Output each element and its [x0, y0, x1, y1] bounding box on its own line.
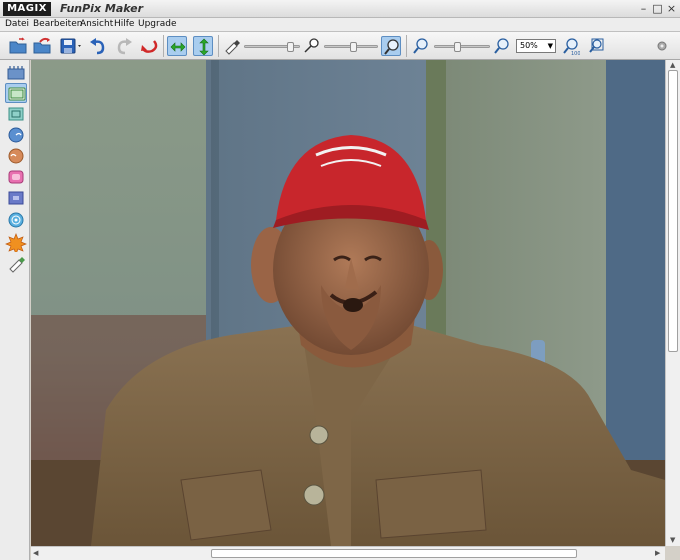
swirl-left-button[interactable] [5, 146, 27, 166]
pipette-icon [304, 38, 319, 53]
svg-text:100: 100 [571, 51, 580, 56]
scroll-down-icon[interactable]: ▼ [670, 536, 675, 544]
eraser-tool-button[interactable] [5, 254, 27, 274]
menu-ansicht[interactable]: Ansicht [80, 19, 113, 29]
vertical-scrollbar[interactable]: ▲ ▼ [665, 60, 680, 546]
zoom-level-select[interactable]: 50% ▼ [516, 39, 556, 53]
scroll-right-icon[interactable]: ▶ [655, 549, 660, 557]
floppy-disk-icon [60, 38, 81, 54]
zoom-out-icon [413, 38, 428, 54]
gear-icon [657, 41, 667, 51]
zoom-in-icon [494, 38, 509, 54]
redo-arrow-icon [117, 38, 132, 55]
menu-datei[interactable]: Datei [5, 19, 29, 29]
ripple-icon [8, 212, 24, 228]
bulge-tool-button[interactable] [5, 167, 27, 187]
zoom-thumb[interactable] [454, 42, 461, 52]
export-button[interactable] [32, 36, 52, 56]
horizontal-arrows-icon [170, 42, 186, 52]
brush-strength-icon-button [302, 36, 322, 56]
horizontal-scroll-thumb[interactable] [211, 549, 577, 558]
magnifier-icon [384, 39, 399, 55]
export-folder-icon [33, 37, 51, 54]
minimize-button[interactable]: – [638, 3, 649, 14]
swirl-right-icon [8, 127, 24, 143]
explode-tool-button[interactable] [5, 232, 27, 252]
tool-sidebar [0, 60, 30, 560]
chevron-down-icon: ▼ [547, 42, 553, 50]
portrait-photo [31, 60, 665, 546]
explode-icon [5, 233, 27, 252]
zoom-level-value: 50% [520, 41, 538, 50]
vertical-arrows-icon [199, 38, 209, 56]
save-button[interactable] [58, 36, 84, 56]
bulge-icon [8, 170, 24, 184]
zoom-100-icon: 100 [563, 38, 580, 56]
menu-upgrade[interactable]: Upgrade [138, 19, 176, 29]
main-toolbar: 50% ▼ 100 [0, 32, 680, 60]
stretch-tool-icon [8, 87, 26, 101]
mirror-horizontal-button[interactable] [167, 36, 187, 56]
maximize-button[interactable]: □ [652, 3, 663, 14]
zoom-fit-button[interactable] [586, 36, 606, 56]
move-tool-icon [8, 107, 24, 121]
open-button[interactable] [8, 36, 28, 56]
settings-button[interactable] [652, 36, 672, 56]
magnifier-tool-button[interactable] [381, 36, 401, 56]
toolbar-separator [406, 35, 407, 57]
swirl-left-icon [8, 148, 24, 164]
title-bar: MAGIX FunPix Maker – □ × [0, 0, 680, 18]
warp-tool-icon [7, 66, 25, 80]
brush-strength-slider[interactable] [324, 42, 378, 52]
swirl-right-button[interactable] [5, 125, 27, 145]
zoom-in-button[interactable] [492, 36, 512, 56]
zoom-100-button[interactable]: 100 [560, 36, 580, 56]
reset-arrow-icon [141, 40, 158, 53]
brush-strength-thumb[interactable] [350, 42, 357, 52]
warp-tool-button[interactable] [5, 63, 27, 83]
brush-icon [225, 40, 240, 55]
stretch-tool-button[interactable] [5, 83, 27, 103]
zoom-slider[interactable] [434, 42, 490, 52]
toolbar-separator [163, 35, 164, 57]
undo-button[interactable] [88, 36, 108, 56]
menu-hilfe[interactable]: Hilfe [114, 19, 134, 29]
scroll-up-icon[interactable]: ▲ [670, 61, 675, 69]
photo-canvas[interactable] [31, 60, 665, 546]
move-tool-button[interactable] [5, 104, 27, 124]
toolbar-separator [218, 35, 219, 57]
magix-logo: MAGIX [3, 2, 51, 16]
reset-button[interactable] [140, 36, 160, 56]
pinch-tool-button[interactable] [5, 188, 27, 208]
close-button[interactable]: × [666, 3, 677, 14]
menu-bearbeiten[interactable]: Bearbeiten [33, 19, 82, 29]
brush-size-slider[interactable] [244, 42, 300, 52]
undo-arrow-icon [90, 38, 105, 55]
ripple-tool-button[interactable] [5, 210, 27, 230]
app-title: FunPix Maker [60, 2, 144, 15]
scroll-left-icon[interactable]: ◀ [33, 549, 38, 557]
mirror-vertical-button[interactable] [193, 36, 213, 56]
pinch-icon [8, 191, 24, 205]
brush-size-thumb[interactable] [287, 42, 294, 52]
redo-button[interactable] [114, 36, 134, 56]
zoom-fit-icon [589, 38, 604, 53]
brush-size-icon-button [222, 36, 242, 56]
open-folder-icon [9, 37, 27, 54]
horizontal-scrollbar[interactable]: ◀ ▶ [31, 546, 665, 560]
vertical-scroll-thumb[interactable] [668, 70, 678, 352]
menu-bar: Datei Bearbeiten Ansicht Hilfe Upgrade [0, 18, 680, 32]
eraser-icon [9, 257, 25, 273]
zoom-out-button[interactable] [411, 36, 431, 56]
